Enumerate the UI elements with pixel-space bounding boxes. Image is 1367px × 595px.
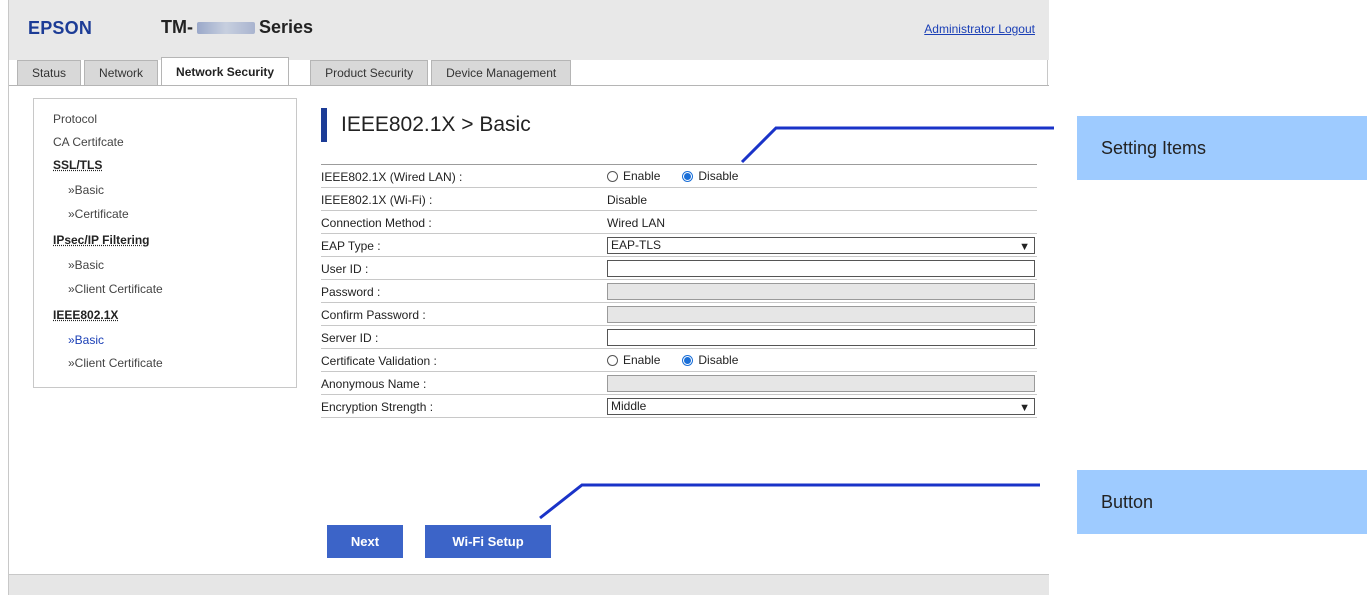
form-row-anonymous-name: Anonymous Name :	[321, 372, 1037, 395]
page-title: IEEE802.1X > Basic	[341, 113, 531, 136]
sidebar-section-ieee8021x[interactable]: IEEE802.1X	[53, 308, 118, 322]
wired-lan-label: IEEE802.1X (Wired LAN) :	[321, 170, 463, 184]
form-row-wifi: IEEE802.1X (Wi-Fi) : Disable	[321, 188, 1037, 211]
connection-method-value: Wired LAN	[607, 216, 666, 230]
server-id-input[interactable]	[607, 329, 1035, 346]
setting-items-callout: Setting Items	[1077, 116, 1367, 180]
password-label: Password :	[321, 285, 381, 299]
sidebar-item-ssl-certificate[interactable]: »Certificate	[68, 207, 129, 221]
tab-product-security[interactable]: Product Security	[310, 60, 429, 85]
form-row-encryption-strength: Encryption Strength : Middle ▼	[321, 395, 1037, 418]
certificate-validation-radio-group: Enable Disable	[607, 353, 760, 367]
anonymous-name-label: Anonymous Name :	[321, 377, 427, 391]
encryption-strength-select[interactable]: Middle ▼	[607, 398, 1035, 415]
heading-accent-bar	[321, 108, 327, 142]
sidebar-item-ssl-basic[interactable]: »Basic	[68, 183, 104, 197]
model-suffix: Series	[258, 17, 314, 37]
form-row-user-id: User ID :	[321, 257, 1037, 280]
encryption-strength-label: Encryption Strength :	[321, 400, 434, 414]
sidebar: Protocol CA Certifcate SSL/TLS »Basic »C…	[33, 98, 297, 388]
browser-page: EPSON TM- Series Administrator Logout St…	[8, 0, 1049, 595]
form-row-confirm-password: Confirm Password :	[321, 303, 1037, 326]
wired-lan-radio-group: Enable Disable	[607, 169, 760, 183]
tab-bar: Status Network Network Security Product …	[17, 57, 574, 85]
sidebar-item-ieee-client-certificate[interactable]: »Client Certificate	[68, 356, 163, 370]
next-button[interactable]: Next	[327, 525, 403, 558]
administrator-logout-link[interactable]: Administrator Logout	[924, 22, 1035, 36]
confirm-password-label: Confirm Password :	[321, 308, 426, 322]
server-id-label: Server ID :	[321, 331, 379, 345]
anonymous-name-input	[607, 375, 1035, 392]
confirm-password-input	[607, 306, 1035, 323]
eap-type-select[interactable]: EAP-TLS ▼	[607, 237, 1035, 254]
password-input	[607, 283, 1035, 300]
model-title: TM- Series	[161, 17, 313, 38]
button-callout: Button	[1077, 470, 1367, 534]
chevron-down-icon: ▼	[1019, 241, 1030, 253]
wifi-setup-button[interactable]: Wi-Fi Setup	[425, 525, 551, 558]
tab-network[interactable]: Network	[84, 60, 159, 85]
wired-lan-disable-radio[interactable]: Disable	[682, 169, 738, 183]
footer-bar	[9, 574, 1049, 595]
tab-status[interactable]: Status	[17, 60, 82, 85]
form-row-eap-type: EAP Type : EAP-TLS ▼	[321, 234, 1037, 257]
radio-unselected-icon	[607, 170, 618, 182]
wifi-label: IEEE802.1X (Wi-Fi) :	[321, 193, 433, 207]
brand-logo: EPSON	[28, 18, 93, 38]
sidebar-item-ca-certificate[interactable]: CA Certifcate	[53, 135, 124, 149]
eap-type-label: EAP Type :	[321, 239, 381, 253]
sidebar-section-ssl-tls[interactable]: SSL/TLS	[53, 158, 102, 172]
sidebar-item-ipsec-client-certificate[interactable]: »Client Certificate	[68, 282, 163, 296]
form-row-certificate-validation: Certificate Validation : Enable Disable	[321, 349, 1037, 372]
connection-method-label: Connection Method :	[321, 216, 432, 230]
sidebar-section-ipsec[interactable]: IPsec/IP Filtering	[53, 233, 149, 247]
settings-form: IEEE802.1X (Wired LAN) : Enable Disable …	[321, 164, 1037, 418]
header-bar: EPSON TM- Series Administrator Logout	[9, 0, 1049, 60]
sidebar-item-ieee-basic[interactable]: »Basic	[68, 333, 104, 347]
redacted-model-number	[196, 21, 255, 34]
wired-lan-enable-radio[interactable]: Enable	[607, 169, 660, 183]
certificate-validation-label: Certificate Validation :	[321, 354, 437, 368]
chevron-down-icon: ▼	[1019, 402, 1030, 414]
radio-selected-icon	[682, 354, 694, 366]
user-id-input[interactable]	[607, 260, 1035, 277]
model-prefix: TM-	[161, 17, 193, 37]
form-row-connection-method: Connection Method : Wired LAN	[321, 211, 1037, 234]
form-row-wired-lan: IEEE802.1X (Wired LAN) : Enable Disable	[321, 165, 1037, 188]
certificate-validation-disable-radio[interactable]: Disable	[682, 353, 738, 367]
main-content: Protocol CA Certifcate SSL/TLS »Basic »C…	[9, 85, 1049, 574]
form-row-password: Password :	[321, 280, 1037, 303]
sidebar-item-ipsec-basic[interactable]: »Basic	[68, 258, 104, 272]
radio-unselected-icon	[607, 354, 618, 366]
radio-selected-icon	[682, 170, 694, 182]
wifi-value: Disable	[607, 193, 648, 207]
tab-network-security[interactable]: Network Security	[161, 57, 290, 85]
sidebar-item-protocol[interactable]: Protocol	[53, 112, 97, 126]
user-id-label: User ID :	[321, 262, 369, 276]
page-heading: IEEE802.1X > Basic	[321, 108, 531, 142]
certificate-validation-enable-radio[interactable]: Enable	[607, 353, 660, 367]
tab-device-management[interactable]: Device Management	[431, 60, 572, 85]
form-row-server-id: Server ID :	[321, 326, 1037, 349]
